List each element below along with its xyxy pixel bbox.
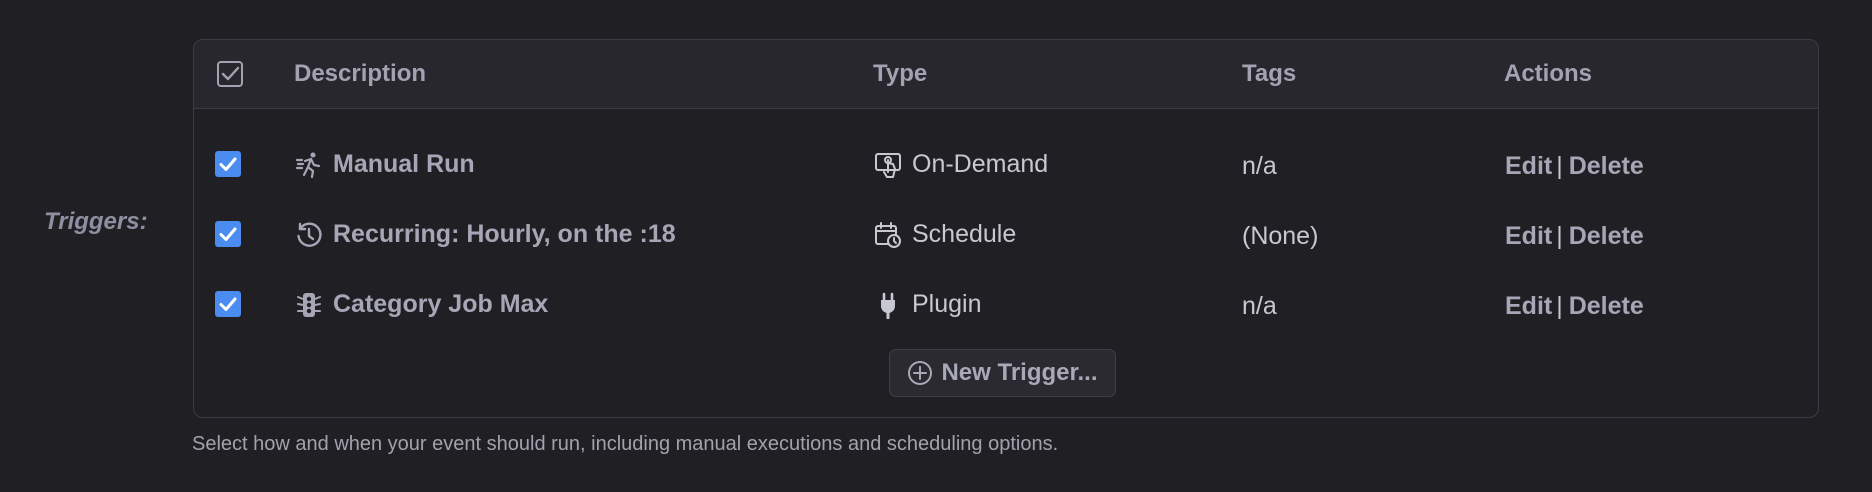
running-person-icon xyxy=(295,151,323,179)
row-type: Schedule xyxy=(874,220,1016,249)
row-description-label: Category Job Max xyxy=(333,290,549,318)
row-type-label: Schedule xyxy=(912,220,1017,248)
row-tags: n/a xyxy=(1242,152,1277,180)
delete-link[interactable]: Delete xyxy=(1569,152,1644,180)
row-type: Plugin xyxy=(874,290,982,319)
edit-link[interactable]: Edit xyxy=(1505,222,1552,250)
table-header: Description Type Tags Actions xyxy=(194,40,1818,109)
calendar-clock-icon xyxy=(874,221,902,249)
row-type-label: Plugin xyxy=(912,290,982,318)
edit-link[interactable]: Edit xyxy=(1505,152,1552,180)
plug-icon xyxy=(874,291,902,319)
row-checkbox[interactable] xyxy=(215,291,241,317)
row-description-label: Manual Run xyxy=(333,150,475,178)
actions-separator: | xyxy=(1556,292,1563,320)
help-text: Select how and when your event should ru… xyxy=(192,433,1059,455)
plus-circle-icon xyxy=(908,361,933,385)
row-type: On-Demand xyxy=(874,150,1048,179)
delete-link[interactable]: Delete xyxy=(1569,292,1644,320)
actions-separator: | xyxy=(1556,152,1563,180)
edit-link[interactable]: Edit xyxy=(1505,292,1552,320)
touch-screen-icon xyxy=(874,151,902,179)
triggers-table: Description Type Tags Actions Manual Run xyxy=(193,39,1819,418)
header-actions: Actions xyxy=(1504,60,1593,87)
checkbox-outline-icon[interactable] xyxy=(216,60,244,88)
row-tags: (None) xyxy=(1242,222,1319,250)
table-row: Category Job Max Plugin n/a Edit | Delete xyxy=(194,274,1818,334)
delete-link[interactable]: Delete xyxy=(1569,222,1644,250)
actions-separator: | xyxy=(1556,222,1563,250)
table-row: Manual Run On-Demand n/a Edit | Delete xyxy=(194,134,1818,194)
row-actions: Edit | Delete xyxy=(1505,222,1644,251)
header-description: Description xyxy=(294,60,427,87)
new-trigger-label: New Trigger... xyxy=(941,359,1098,386)
row-description: Manual Run xyxy=(295,150,475,179)
table-row: Recurring: Hourly, on the :18 Schedule (… xyxy=(194,204,1818,264)
traffic-light-icon xyxy=(295,291,323,319)
row-description: Recurring: Hourly, on the :18 xyxy=(295,220,676,249)
row-type-label: On-Demand xyxy=(912,150,1049,178)
row-checkbox[interactable] xyxy=(215,151,241,177)
row-tags: n/a xyxy=(1242,292,1277,320)
clock-history-icon xyxy=(295,221,323,249)
row-description-label: Recurring: Hourly, on the :18 xyxy=(333,220,676,248)
row-checkbox[interactable] xyxy=(215,221,241,247)
row-description: Category Job Max xyxy=(295,290,548,319)
header-tags: Tags xyxy=(1242,60,1297,87)
row-actions: Edit | Delete xyxy=(1505,292,1644,321)
header-type: Type xyxy=(873,60,928,87)
row-actions: Edit | Delete xyxy=(1505,152,1644,181)
triggers-label: Triggers: xyxy=(44,208,148,235)
new-trigger-button[interactable]: New Trigger... xyxy=(889,349,1116,397)
